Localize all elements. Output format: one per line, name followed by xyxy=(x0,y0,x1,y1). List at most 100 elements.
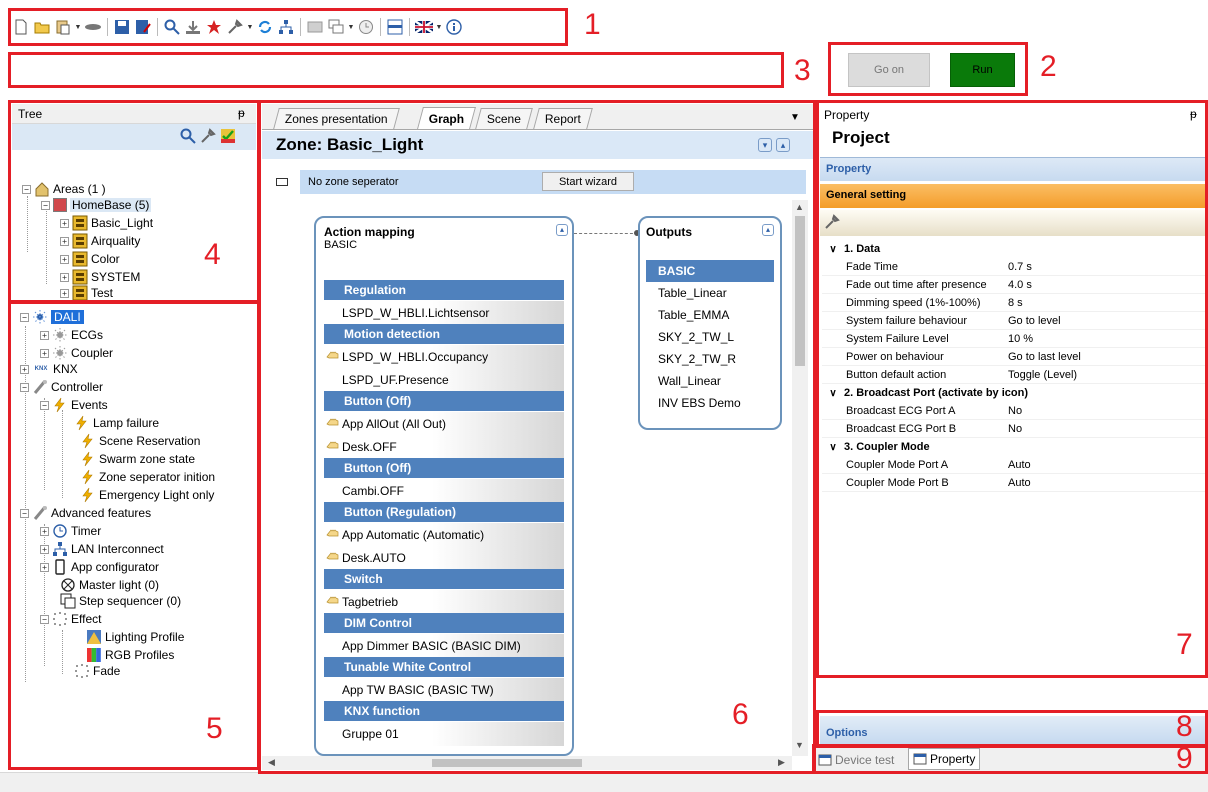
collapse-up-icon[interactable]: ▴ xyxy=(556,224,568,236)
property-value[interactable]: Auto xyxy=(1006,477,1031,489)
tree-item-homebase[interactable]: − HomeBase (5) xyxy=(41,196,152,214)
property-bar[interactable]: Property xyxy=(820,157,1206,181)
chevron-down-icon[interactable]: ∨ xyxy=(822,244,844,255)
collapse-icon[interactable]: − xyxy=(20,508,29,518)
device-tree-dali[interactable]: − DALI xyxy=(20,308,84,326)
window-dropdown-icon[interactable]: ▼ xyxy=(348,24,355,31)
expand-icon[interactable]: + xyxy=(40,526,49,536)
property-row[interactable]: Fade out time after presence 4.0 s xyxy=(822,276,1206,294)
options-bar[interactable]: Options xyxy=(820,716,1206,746)
search-icon[interactable] xyxy=(163,18,181,36)
expand-icon[interactable]: + xyxy=(40,544,49,554)
network-icon[interactable] xyxy=(277,18,295,36)
tools-dropdown-icon[interactable]: ▼ xyxy=(247,24,254,31)
property-category[interactable]: ∨ 2. Broadcast Port (activate by icon) xyxy=(822,384,1206,402)
scroll-thumb[interactable] xyxy=(795,216,805,366)
scroll-down-icon[interactable]: ▼ xyxy=(795,740,804,750)
property-row[interactable]: System Failure Level 10 % xyxy=(822,330,1206,348)
output-item[interactable]: SKY_2_TW_L xyxy=(646,326,774,348)
device-tree-lighting-profile[interactable]: Lighting Profile xyxy=(86,628,184,646)
mapping-item[interactable]: App AllOut (All Out) xyxy=(324,412,564,436)
device-tree-fade[interactable]: Fade xyxy=(74,662,120,680)
save-icon[interactable] xyxy=(113,18,131,36)
run-button[interactable]: Run xyxy=(950,53,1015,87)
mapping-item[interactable]: LSPD_W_HBLI.Lichtsensor xyxy=(324,301,564,325)
language-dropdown-icon[interactable]: ▼ xyxy=(436,24,443,31)
star-icon[interactable] xyxy=(205,18,223,36)
tab-zones-presentation[interactable]: Zones presentation xyxy=(273,108,400,129)
property-value[interactable]: 10 % xyxy=(1006,333,1033,345)
collapse-down-icon[interactable]: ▾ xyxy=(758,138,772,152)
output-item[interactable]: SKY_2_TW_R xyxy=(646,348,774,370)
device-tree-emergency-light[interactable]: Emergency Light only xyxy=(80,486,214,504)
paste-dropdown-icon[interactable]: ▼ xyxy=(75,24,82,31)
collapse-icon[interactable]: − xyxy=(40,614,49,624)
mapping-item[interactable]: LSPD_W_HBLI.Occupancy xyxy=(324,345,564,369)
property-category[interactable]: ∨ 3. Coupler Mode xyxy=(822,438,1206,456)
collapse-up-icon[interactable]: ▴ xyxy=(776,138,790,152)
tree-item-airquality[interactable]: + Airquality xyxy=(60,232,140,250)
mapping-item[interactable]: App Automatic (Automatic) xyxy=(324,523,564,547)
tree-item-test[interactable]: + Test xyxy=(60,284,113,302)
tools-icon[interactable] xyxy=(200,128,216,147)
check-list-icon[interactable] xyxy=(220,128,236,147)
property-value[interactable]: Go to last level xyxy=(1006,351,1081,363)
mapping-item[interactable]: Tagbetrieb xyxy=(324,590,564,614)
property-row[interactable]: Power on behaviour Go to last level xyxy=(822,348,1206,366)
tab-property[interactable]: Property xyxy=(908,748,981,770)
device-tree-advanced-features[interactable]: − Advanced features xyxy=(20,504,151,522)
paste-icon[interactable] xyxy=(54,18,72,36)
property-row[interactable]: Coupler Mode Port B Auto xyxy=(822,474,1206,492)
scroll-right-icon[interactable]: ▶ xyxy=(778,757,785,768)
collapse-icon[interactable]: − xyxy=(22,184,31,194)
device-tree-timer[interactable]: + Timer xyxy=(40,522,101,540)
tab-report[interactable]: Report xyxy=(533,108,593,129)
info-icon[interactable] xyxy=(445,18,463,36)
center-vertical-scrollbar[interactable]: ▲ ▼ xyxy=(792,200,808,756)
tree-item-color[interactable]: + Color xyxy=(60,250,120,268)
clock-icon[interactable] xyxy=(357,18,375,36)
tab-scene[interactable]: Scene xyxy=(475,108,533,129)
device-tree-swarm-zone-state[interactable]: Swarm zone state xyxy=(80,450,195,468)
output-item[interactable]: INV EBS Demo xyxy=(646,392,774,414)
property-value[interactable]: Go to level xyxy=(1006,315,1061,327)
new-file-icon[interactable] xyxy=(12,18,30,36)
property-row[interactable]: Broadcast ECG Port B No xyxy=(822,420,1206,438)
property-value[interactable]: Toggle (Level) xyxy=(1006,369,1077,381)
property-row[interactable]: Broadcast ECG Port A No xyxy=(822,402,1206,420)
tools-icon[interactable] xyxy=(226,18,244,36)
general-setting-bar[interactable]: General setting xyxy=(820,184,1206,208)
go-on-button[interactable]: Go on xyxy=(848,53,930,87)
tab-list-dropdown-icon[interactable]: ▼ xyxy=(790,112,800,123)
collapse-icon[interactable]: − xyxy=(20,382,29,392)
expand-icon[interactable]: + xyxy=(40,330,49,340)
expand-icon[interactable]: + xyxy=(60,218,69,228)
device-tree-effect[interactable]: − Effect xyxy=(40,610,101,628)
device-tree-controller[interactable]: − Controller xyxy=(20,378,103,396)
device-icon[interactable] xyxy=(84,18,102,36)
property-row[interactable]: System failure behaviour Go to level xyxy=(822,312,1206,330)
scroll-up-icon[interactable]: ▲ xyxy=(795,202,804,212)
expand-icon[interactable]: + xyxy=(20,364,29,374)
property-value[interactable]: Auto xyxy=(1006,459,1031,471)
collapse-up-icon[interactable]: ▴ xyxy=(762,224,774,236)
mapping-item[interactable]: Gruppe 01 xyxy=(324,722,564,746)
window-icon[interactable] xyxy=(327,18,345,36)
zone-separator-checkbox[interactable] xyxy=(276,178,288,186)
start-wizard-button[interactable]: Start wizard xyxy=(542,172,634,191)
expand-icon[interactable]: + xyxy=(60,288,69,298)
tab-device-test[interactable]: Device test xyxy=(818,750,894,770)
layout-icon[interactable] xyxy=(386,18,404,36)
uk-flag-icon[interactable] xyxy=(415,18,433,36)
mapping-item[interactable]: Cambi.OFF xyxy=(324,479,564,503)
mapping-item[interactable]: Desk.OFF xyxy=(324,435,564,459)
open-folder-icon[interactable] xyxy=(33,18,51,36)
device-tree-ecgs[interactable]: + ECGs xyxy=(40,326,103,344)
expand-icon[interactable]: + xyxy=(60,236,69,246)
device-tree-zone-separator[interactable]: Zone seperator inition xyxy=(80,468,215,486)
device-tree-knx[interactable]: + KNX KNX xyxy=(20,360,78,378)
scroll-left-icon[interactable]: ◀ xyxy=(268,757,275,768)
property-row[interactable]: Coupler Mode Port A Auto xyxy=(822,456,1206,474)
pin-icon[interactable]: ᵽ xyxy=(238,106,245,120)
property-row[interactable]: Dimming speed (1%-100%) 8 s xyxy=(822,294,1206,312)
